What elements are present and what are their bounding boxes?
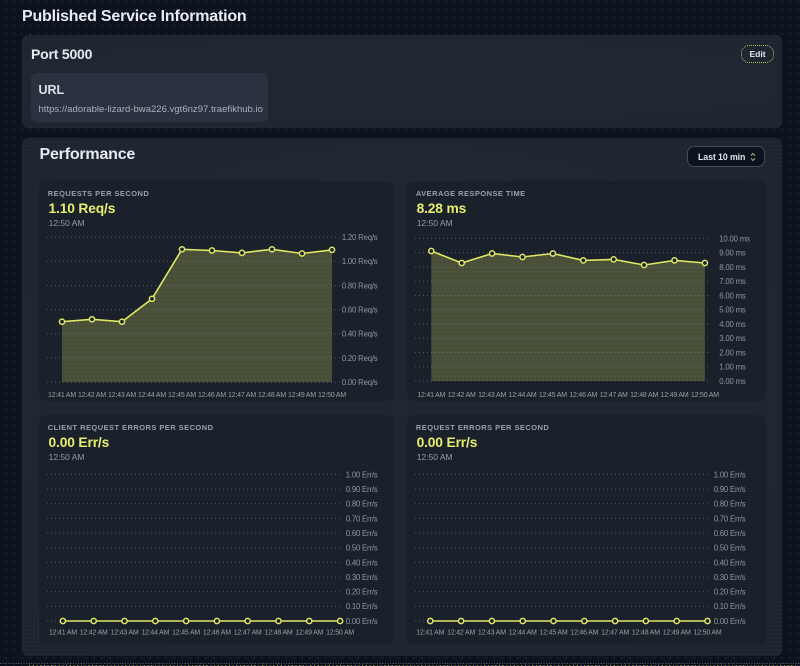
svg-text:12:45 AM: 12:45 AM bbox=[539, 392, 567, 399]
svg-text:6.00 ms: 6.00 ms bbox=[719, 291, 746, 300]
svg-text:12:41 AM: 12:41 AM bbox=[416, 630, 444, 637]
svg-text:12:42 AM: 12:42 AM bbox=[447, 392, 475, 399]
svg-text:0.90 Err/s: 0.90 Err/s bbox=[345, 485, 377, 494]
svg-text:0.30 Err/s: 0.30 Err/s bbox=[345, 573, 377, 582]
svg-text:8.00 ms: 8.00 ms bbox=[719, 263, 746, 272]
svg-text:0.00 Err/s: 0.00 Err/s bbox=[345, 617, 377, 626]
svg-text:0.70 Err/s: 0.70 Err/s bbox=[345, 514, 377, 523]
svg-text:0.60 Err/s: 0.60 Err/s bbox=[713, 529, 745, 538]
svg-text:12:50 AM: 12:50 AM bbox=[318, 392, 346, 399]
svg-text:12:44 AM: 12:44 AM bbox=[508, 392, 536, 399]
svg-text:7.00 ms: 7.00 ms bbox=[719, 277, 746, 286]
svg-text:12:43 AM: 12:43 AM bbox=[478, 392, 506, 399]
svg-text:4.00 ms: 4.00 ms bbox=[719, 320, 746, 329]
svg-text:12:41 AM: 12:41 AM bbox=[48, 392, 76, 399]
svg-text:0.30 Err/s: 0.30 Err/s bbox=[713, 573, 745, 582]
svg-text:12:45 AM: 12:45 AM bbox=[168, 392, 196, 399]
svg-text:12:45 AM: 12:45 AM bbox=[172, 629, 200, 636]
svg-text:0.40 Req/s: 0.40 Req/s bbox=[341, 330, 377, 339]
svg-text:1.00 Err/s: 1.00 Err/s bbox=[713, 470, 745, 479]
svg-text:1.00 ms: 1.00 ms bbox=[719, 363, 746, 372]
svg-text:0.00 Err/s: 0.00 Err/s bbox=[713, 617, 745, 626]
svg-text:1.20 Req/s: 1.20 Req/s bbox=[341, 233, 377, 242]
svg-text:12:49 AM: 12:49 AM bbox=[295, 629, 323, 636]
svg-text:12:43 AM: 12:43 AM bbox=[108, 392, 136, 399]
svg-text:0.60 Req/s: 0.60 Req/s bbox=[341, 305, 377, 314]
svg-text:0.80 Err/s: 0.80 Err/s bbox=[713, 500, 745, 509]
svg-text:12:44 AM: 12:44 AM bbox=[508, 630, 536, 637]
svg-text:12:46 AM: 12:46 AM bbox=[569, 392, 597, 399]
svg-text:1.00 Err/s: 1.00 Err/s bbox=[345, 470, 377, 479]
svg-text:12:42 AM: 12:42 AM bbox=[78, 392, 106, 399]
svg-text:12:41 AM: 12:41 AM bbox=[49, 629, 77, 636]
svg-text:12:41 AM: 12:41 AM bbox=[417, 392, 445, 399]
svg-text:12:49 AM: 12:49 AM bbox=[662, 630, 690, 637]
svg-text:12:47 AM: 12:47 AM bbox=[228, 392, 256, 399]
svg-text:0.90 Err/s: 0.90 Err/s bbox=[713, 485, 745, 494]
svg-text:12:46 AM: 12:46 AM bbox=[570, 630, 598, 637]
svg-text:1.00 Req/s: 1.00 Req/s bbox=[341, 257, 377, 266]
svg-text:12:48 AM: 12:48 AM bbox=[258, 392, 286, 399]
svg-text:3.00 ms: 3.00 ms bbox=[719, 334, 746, 343]
svg-text:12:44 AM: 12:44 AM bbox=[138, 392, 166, 399]
svg-text:12:43 AM: 12:43 AM bbox=[478, 630, 506, 637]
svg-text:2.00 ms: 2.00 ms bbox=[719, 348, 746, 357]
svg-text:12:47 AM: 12:47 AM bbox=[599, 392, 627, 399]
svg-text:12:49 AM: 12:49 AM bbox=[660, 392, 688, 399]
svg-text:0.20 Err/s: 0.20 Err/s bbox=[345, 588, 377, 597]
svg-text:12:50 AM: 12:50 AM bbox=[691, 392, 719, 399]
svg-text:0.10 Err/s: 0.10 Err/s bbox=[713, 602, 745, 611]
svg-text:0.80 Req/s: 0.80 Req/s bbox=[341, 281, 377, 290]
svg-text:0.60 Err/s: 0.60 Err/s bbox=[345, 529, 377, 538]
svg-text:12:43 AM: 12:43 AM bbox=[110, 629, 138, 636]
svg-text:9.00 ms: 9.00 ms bbox=[719, 249, 746, 258]
svg-text:0.40 Err/s: 0.40 Err/s bbox=[345, 558, 377, 567]
svg-text:0.80 Err/s: 0.80 Err/s bbox=[345, 500, 377, 509]
svg-text:0.00 Req/s: 0.00 Req/s bbox=[341, 378, 377, 387]
svg-text:0.50 Err/s: 0.50 Err/s bbox=[713, 544, 745, 553]
svg-text:12:42 AM: 12:42 AM bbox=[79, 629, 107, 636]
svg-text:12:50 AM: 12:50 AM bbox=[693, 630, 721, 637]
svg-text:12:48 AM: 12:48 AM bbox=[632, 630, 660, 637]
svg-text:0.70 Err/s: 0.70 Err/s bbox=[713, 514, 745, 523]
svg-text:12:50 AM: 12:50 AM bbox=[326, 629, 354, 636]
svg-text:0.40 Err/s: 0.40 Err/s bbox=[713, 558, 745, 567]
svg-text:0.10 Err/s: 0.10 Err/s bbox=[345, 602, 377, 611]
svg-text:0.50 Err/s: 0.50 Err/s bbox=[345, 544, 377, 553]
svg-text:12:47 AM: 12:47 AM bbox=[233, 629, 261, 636]
svg-text:12:48 AM: 12:48 AM bbox=[630, 392, 658, 399]
svg-text:0.20 Err/s: 0.20 Err/s bbox=[713, 588, 745, 597]
svg-text:12:46 AM: 12:46 AM bbox=[198, 392, 226, 399]
svg-text:12:45 AM: 12:45 AM bbox=[539, 630, 567, 637]
svg-text:12:42 AM: 12:42 AM bbox=[447, 630, 475, 637]
svg-text:0.00 ms: 0.00 ms bbox=[719, 377, 746, 386]
svg-text:12:46 AM: 12:46 AM bbox=[203, 629, 231, 636]
svg-text:12:44 AM: 12:44 AM bbox=[141, 629, 169, 636]
svg-text:12:49 AM: 12:49 AM bbox=[288, 392, 316, 399]
svg-text:0.20 Req/s: 0.20 Req/s bbox=[341, 354, 377, 363]
svg-text:5.00 ms: 5.00 ms bbox=[719, 306, 746, 315]
svg-text:12:48 AM: 12:48 AM bbox=[264, 629, 292, 636]
svg-text:12:47 AM: 12:47 AM bbox=[601, 630, 629, 637]
svg-text:10.00 ms: 10.00 ms bbox=[719, 234, 750, 243]
